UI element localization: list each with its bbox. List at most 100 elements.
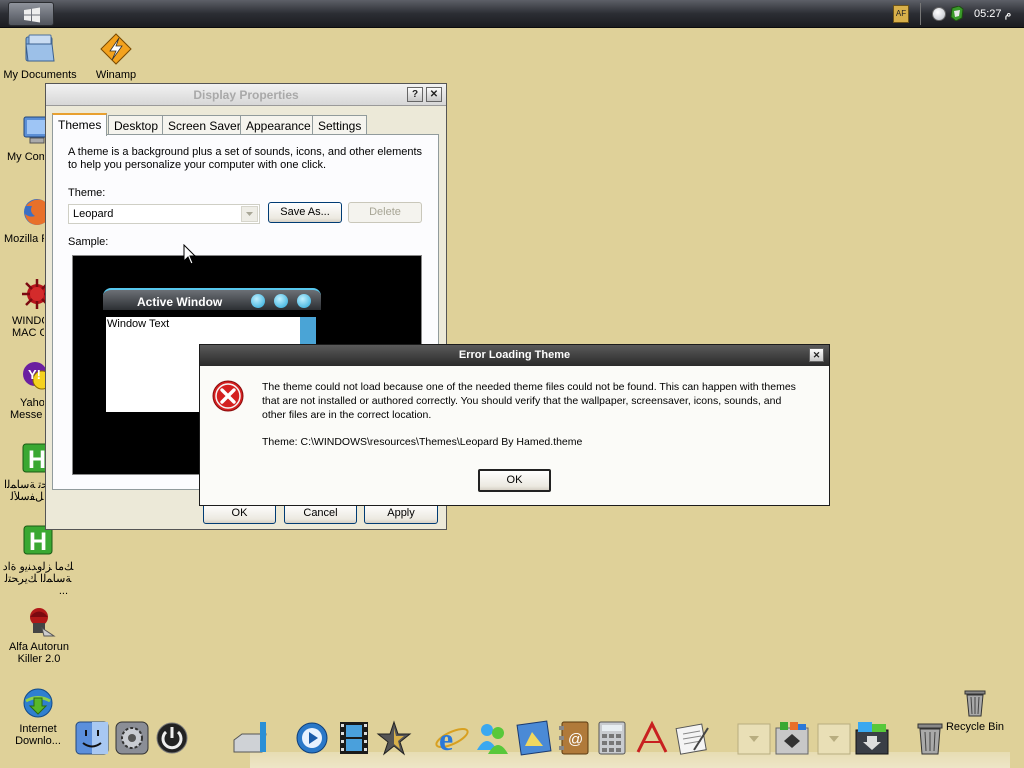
svg-text:Y!: Y! <box>28 367 41 382</box>
tab-themes[interactable]: Themes <box>52 113 108 136</box>
error-message-line-1: The theme could not load because one of … <box>262 381 796 393</box>
svg-text:@: @ <box>568 731 583 748</box>
film-reel-icon[interactable] <box>336 720 372 756</box>
desktop-icon-label: Yaho <box>20 397 44 409</box>
recycle-bin-icon <box>961 688 989 718</box>
error-loading-theme-dialog: Error Loading Theme ✕ The theme could no… <box>199 344 830 506</box>
sample-minimize-icon <box>251 294 265 308</box>
error-message: The theme could not load because one of … <box>262 380 824 422</box>
start-button[interactable] <box>8 2 54 26</box>
description-line-1: A theme is a background plus a set of so… <box>68 146 423 158</box>
dock: e @ <box>60 712 1010 768</box>
system-preferences-icon[interactable] <box>114 720 150 756</box>
desktop-icon-label: WINDO <box>12 315 44 327</box>
sample-active-window-titlebar: Active Window <box>103 288 321 310</box>
calculator-icon[interactable] <box>594 720 630 756</box>
tab-settings[interactable]: Settings <box>312 115 368 135</box>
chevron-down-icon[interactable] <box>241 206 258 222</box>
desktop-icon-label: Winamp <box>95 69 137 81</box>
tab-screen-saver[interactable]: Screen Saver <box>162 115 247 135</box>
window-title: Display Properties <box>193 88 299 102</box>
desktop-icon-mozilla-firefox[interactable]: Mozilla F <box>0 196 50 245</box>
desktop-icon-label-line3: ... <box>58 585 68 597</box>
error-message-line-2: that are not installed or authored corre… <box>262 395 782 407</box>
desktop-icon-windows-mac[interactable]: WINDO MAC O <box>0 278 52 339</box>
theme-description: A theme is a background plus a set of so… <box>68 146 428 172</box>
finder-icon[interactable] <box>74 720 110 756</box>
text-edit-icon[interactable] <box>674 720 710 756</box>
desktop-icon-label: My Documents <box>3 69 77 81</box>
desktop-icon-winamp[interactable]: Winamp <box>76 32 156 81</box>
font-app-icon[interactable] <box>634 720 670 756</box>
desktop-icon-yahoo-messenger[interactable]: Y! Yaho Messe <box>0 360 52 421</box>
windows-logo-icon <box>24 7 40 23</box>
error-ok-button[interactable]: OK <box>478 469 551 492</box>
desktop-icon-label-line2: ﺔﺳﺎﻤﻟا ﻚﯾﺮﺤﺘﻟ <box>4 573 72 585</box>
desktop-icon-label: Mozilla F <box>4 233 44 245</box>
error-dialog-titlebar[interactable]: Error Loading Theme ✕ <box>200 345 829 366</box>
tab-desktop[interactable]: Desktop <box>108 115 165 135</box>
theme-select[interactable]: Leopard <box>68 204 260 224</box>
desktop-icon-label-line2: ﻞﻔﺳﻸﻟ <box>10 491 44 503</box>
tray-separator <box>920 3 921 25</box>
folder-icon <box>23 32 57 66</box>
desktop-icon-label-line2: Messe <box>10 409 43 421</box>
close-button[interactable]: ✕ <box>426 87 442 102</box>
sample-maximize-icon <box>274 294 288 308</box>
star-app-icon[interactable] <box>376 720 412 756</box>
downloads-folder-icon[interactable] <box>854 720 890 756</box>
msn-messenger-icon[interactable] <box>474 720 510 756</box>
winamp-icon <box>99 32 133 66</box>
internet-explorer-icon[interactable]: e <box>434 720 470 756</box>
cancel-button[interactable]: Cancel <box>284 503 357 524</box>
desktop-icon-label-line2: Killer 2.0 <box>17 653 61 665</box>
quicktime-icon[interactable] <box>294 720 330 756</box>
top-taskbar: AF 05:27 م <box>0 0 1024 28</box>
internet-download-icon <box>21 686 55 720</box>
save-as-button[interactable]: Save As... <box>268 202 342 223</box>
language-indicator[interactable]: AF <box>893 5 909 23</box>
svg-text:H: H <box>28 446 46 474</box>
help-button[interactable]: ? <box>407 87 423 102</box>
desktop-icon-alfa-autorun-killer[interactable]: Alfa Autorun Killer 2.0 <box>0 604 78 665</box>
error-message-line-3: other files are in the correct location. <box>262 409 432 421</box>
description-line-2: to help you personalize your computer wi… <box>68 159 327 171</box>
desktop-icon-my-computer[interactable]: My Com <box>0 114 51 163</box>
apply-button[interactable]: Apply <box>364 503 438 524</box>
desktop-icon-h-app-2[interactable]: H ﻚﻣﺎ ﺰﻟوﺪﻨﯾو ةاد ﺔﺳﺎﻤﻟا ﻚﯾﺮﺤﺘﻟ ... <box>0 524 76 597</box>
tab-appearance[interactable]: Appearance <box>240 115 317 135</box>
network-shield-icon[interactable] <box>950 6 964 21</box>
system-clock[interactable]: 05:27 م <box>974 7 1020 20</box>
svg-text:H: H <box>29 528 47 556</box>
sample-window-text: Window Text <box>107 318 170 330</box>
sample-active-window-title: Active Window <box>137 295 223 309</box>
svg-text:e: e <box>439 721 453 756</box>
desktop-icon-h-app[interactable]: H ﻚﯾﺮﺤﺗ ﺔﺳﺎﻤﻟا ﻞﻔﺳﻸﻟ <box>0 442 52 503</box>
messenger-status-icon[interactable] <box>932 7 946 21</box>
theme-select-value: Leopard <box>73 208 114 220</box>
desktop-icon-label-line2: MAC O <box>12 327 44 339</box>
trash-icon[interactable] <box>912 720 948 756</box>
power-icon[interactable] <box>154 720 190 756</box>
error-dialog-close-button[interactable]: ✕ <box>809 348 824 362</box>
mouse-cursor-icon <box>183 244 197 265</box>
error-dialog-title: Error Loading Theme <box>458 349 571 361</box>
display-properties-titlebar[interactable]: Display Properties ? ✕ <box>46 84 446 106</box>
dock-stack-icon[interactable] <box>736 720 772 756</box>
error-theme-path: Theme: C:\WINDOWS\resources\Themes\Leopa… <box>262 436 583 448</box>
theme-label: Theme: <box>68 187 106 199</box>
desktop-icon-label: Alfa Autorun <box>9 641 69 653</box>
sample-close-icon <box>297 294 311 308</box>
photo-app-icon[interactable] <box>516 720 552 756</box>
alfa-autorun-icon <box>22 604 56 638</box>
dock-stack-icon-2[interactable] <box>816 720 852 756</box>
delete-button[interactable]: Delete <box>348 202 422 223</box>
sample-label: Sample: <box>68 236 109 248</box>
address-book-icon[interactable]: @ <box>556 720 592 756</box>
desktop-icon-my-documents[interactable]: My Documents <box>0 32 80 81</box>
ok-button[interactable]: OK <box>203 503 276 524</box>
desktop-icon-label: ﻚﯾﺮﺤﺗ ﺔﺳﺎﻤﻟا <box>4 479 50 491</box>
applications-folder-icon[interactable] <box>774 720 810 756</box>
error-icon <box>212 380 244 412</box>
hard-drive-icon[interactable] <box>232 720 268 756</box>
